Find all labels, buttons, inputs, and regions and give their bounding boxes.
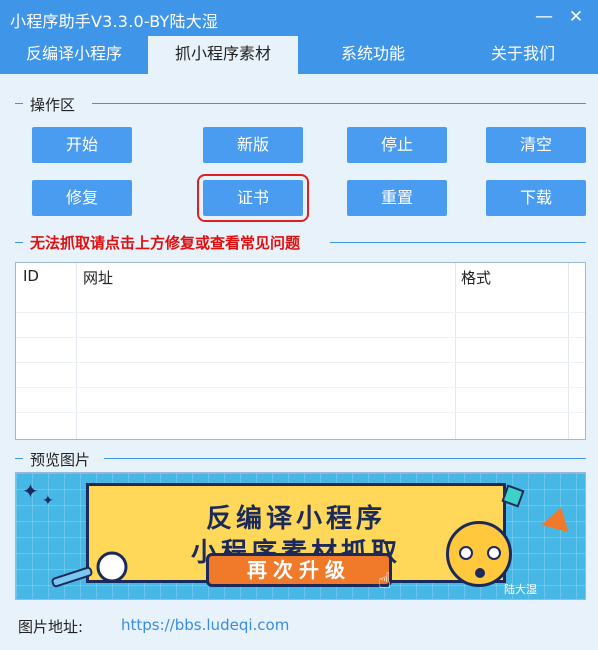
resource-table[interactable]: ID 网址 格式 (15, 262, 586, 440)
group-divider (15, 103, 23, 104)
repair-button[interactable]: 修复 (32, 180, 132, 216)
minimize-icon[interactable]: — (532, 6, 556, 30)
row-divider (16, 337, 585, 338)
download-button[interactable]: 下载 (486, 180, 586, 216)
group-divider (92, 103, 586, 104)
close-icon[interactable]: ✕ (564, 6, 588, 30)
warning-divider (15, 242, 23, 243)
emoji-eye (487, 546, 501, 560)
preview-divider (104, 458, 586, 459)
sparkle-icon: ✦ (22, 479, 39, 503)
new-version-button[interactable]: 新版 (203, 127, 303, 163)
emoji-eye (459, 546, 473, 560)
hand-cursor-icon: ☝ (378, 569, 392, 594)
banner-badge: 再次升级 (206, 553, 392, 587)
title-bar: 小程序助手V3.3.0-BY陆大湿 — ✕ (0, 0, 598, 36)
column-header-url: 网址 (83, 269, 114, 287)
warning-divider (330, 242, 586, 243)
magnifier-icon (51, 551, 128, 588)
ops-group-label: 操作区 (26, 94, 80, 115)
column-header-format: 格式 (461, 269, 492, 287)
banner-headline: 反编译小程序 (205, 504, 386, 534)
start-button[interactable]: 开始 (32, 127, 132, 163)
tab-system[interactable]: 系统功能 (298, 36, 448, 74)
tab-grab-assets[interactable]: 抓小程序素材 (148, 36, 298, 74)
certificate-button[interactable]: 证书 (197, 174, 309, 222)
preview-group-label: 预览图片 (26, 449, 95, 470)
row-divider (16, 362, 585, 363)
emoji-mouth (475, 568, 485, 578)
stop-button[interactable]: 停止 (347, 127, 447, 163)
row-divider (16, 387, 585, 388)
row-divider (16, 412, 585, 413)
preview-divider (15, 458, 23, 459)
image-address-link[interactable]: https://bbs.ludeqi.com (121, 616, 289, 634)
tab-about[interactable]: 关于我们 (448, 36, 598, 74)
reset-button[interactable]: 重置 (347, 180, 447, 216)
window-title: 小程序助手V3.3.0-BY陆大湿 (10, 12, 219, 31)
column-header-id: ID (23, 267, 39, 285)
watermark: 陆大湿 (504, 583, 537, 596)
emoji-face-icon (446, 521, 512, 587)
clear-button[interactable]: 清空 (486, 127, 586, 163)
preview-image: ✦ ✦ 反编译小程序 小程序素材抓取 再次升级 ☝ 陆大湿 (15, 472, 586, 600)
sparkle-icon: ✦ (42, 493, 54, 509)
tab-decompile[interactable]: 反编译小程序 (0, 36, 148, 74)
image-address-label: 图片地址: (18, 618, 84, 636)
warning-text: 无法抓取请点击上方修复或查看常见问题 (30, 232, 307, 253)
row-divider (16, 312, 585, 313)
tab-bar: 反编译小程序 抓小程序素材 系统功能 关于我们 (0, 36, 598, 74)
